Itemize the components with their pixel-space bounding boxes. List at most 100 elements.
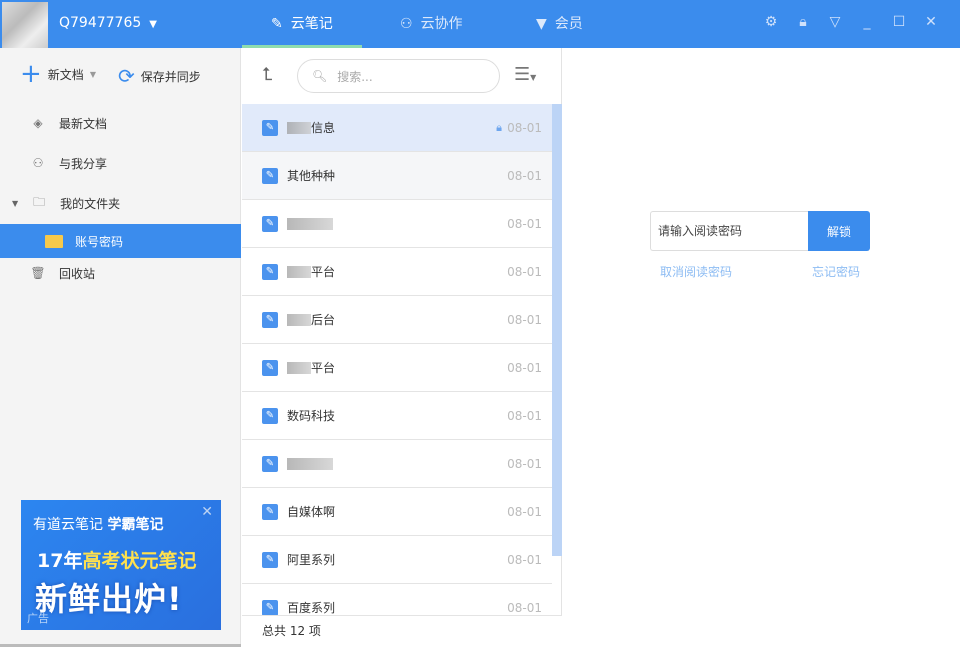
note-icon: ✎ <box>262 455 278 472</box>
note-title: 后台 <box>287 311 335 328</box>
back-up-icon[interactable]: ⮤ <box>262 64 273 85</box>
layers-icon: ◈ <box>33 116 43 130</box>
sidebar-item-label: 回收站 <box>59 266 96 281</box>
note-title-text: 自媒体啊 <box>287 505 336 519</box>
note-date: 08-01 <box>507 600 542 615</box>
ad-slogan: 学霸笔记 <box>107 517 164 533</box>
note-row[interactable]: ✎ 阿里系列 08-01 <box>242 536 552 584</box>
note-title: 数码科技 <box>287 407 335 424</box>
sidebar: + 新文档 ▼ ⟳ 保存并同步 ◈ 最新文档 ⚇ 与我分享 ▼ 🗀︎ 我的文件夹 账号密码 🗑… <box>0 48 241 647</box>
unlock-button[interactable]: 解锁 <box>808 211 870 251</box>
close-icon[interactable]: ✕ <box>201 504 213 520</box>
note-row[interactable]: ✎ 平台 08-01 <box>242 248 552 296</box>
note-icon: ✎ <box>262 407 278 424</box>
sidebar-item-label: 账号密码 <box>75 234 124 249</box>
ad-line2: 17年 <box>37 550 83 572</box>
gear-icon[interactable]: ⚙ <box>762 14 780 34</box>
ad-banner[interactable]: 有道云笔记 学霸笔记 17年高考状元笔记 新鲜出炉! 广告 ✕ <box>21 500 221 630</box>
search-icon: 🔍︎ <box>312 69 328 83</box>
new-doc-button[interactable]: + 新文档 ▼ <box>20 59 96 89</box>
tab-label: 云笔记 <box>290 16 333 32</box>
note-title: 自媒体啊 <box>287 503 335 520</box>
note-row[interactable]: ✎ 自媒体啊 08-01 <box>242 488 552 536</box>
note-row[interactable]: ✎ 平台 08-01 <box>242 344 552 392</box>
ad-tag: 广告 <box>27 612 49 625</box>
lock-icon[interactable]: 🔒︎ <box>794 14 812 34</box>
users-icon: ⚇ <box>400 16 413 32</box>
note-date: 08-01 <box>507 216 542 231</box>
user-menu[interactable]: Q79477765 ▼ <box>59 15 157 31</box>
note-row[interactable]: ✎ 08-01 <box>242 200 552 248</box>
note-row[interactable]: ✎ 后台 08-01 <box>242 296 552 344</box>
note-row[interactable]: ✎ 其他种种 08-01 <box>242 152 552 200</box>
note-date: 08-01 <box>507 552 542 567</box>
tab-vip[interactable]: ▼ 会员 <box>536 0 583 48</box>
note-row[interactable]: ✎ 信息 🔒︎ 08-01 <box>242 104 552 152</box>
search-placeholder: 搜索... <box>337 69 373 84</box>
note-date: 08-01 <box>507 408 542 423</box>
tab-collaboration[interactable]: ⚇ 云协作 <box>400 0 463 48</box>
scrollbar[interactable] <box>552 104 562 556</box>
share-user-icon: ⚇ <box>32 156 44 170</box>
close-icon[interactable]: ✕ <box>922 14 940 34</box>
sidebar-item-account-passwords[interactable]: 账号密码 <box>0 224 241 258</box>
tab-cloud-notes[interactable]: ✎ 云笔记 <box>242 0 362 48</box>
note-title-text: 信息 <box>311 121 336 135</box>
search-input[interactable]: 🔍︎ 搜索... <box>297 59 500 93</box>
chevron-down-icon: ▼ <box>149 19 157 30</box>
note-icon: ✎ <box>262 167 278 184</box>
redacted <box>287 313 311 326</box>
sidebar-item-my-folders[interactable]: ▼ 🗀︎ 我的文件夹 <box>0 186 241 220</box>
note-title-text: 数码科技 <box>287 409 336 423</box>
ad-headline: 新鲜出炉! <box>35 580 183 618</box>
tab-label: 云协作 <box>420 16 463 32</box>
redacted <box>287 121 311 134</box>
note-title <box>287 457 333 470</box>
minimize-icon[interactable]: _ <box>858 14 876 34</box>
pen-icon: ✎ <box>271 16 283 32</box>
folder-icon <box>45 234 63 248</box>
note-title: 信息 <box>287 119 335 136</box>
ad-brand: 有道云笔记 <box>33 517 103 533</box>
note-date: 08-01 <box>507 168 542 183</box>
note-row[interactable]: ✎ 08-01 <box>242 440 552 488</box>
note-icon: ✎ <box>262 263 278 280</box>
note-icon: ✎ <box>262 503 278 520</box>
note-icon: ✎ <box>262 215 278 232</box>
caret-down-icon: ▼ <box>12 198 19 208</box>
sidebar-item-shared[interactable]: ⚇ 与我分享 <box>0 146 241 180</box>
password-input[interactable] <box>650 211 808 251</box>
dropdown-icon[interactable]: ▽ <box>826 14 844 34</box>
redacted <box>287 457 333 470</box>
note-title <box>287 217 333 230</box>
trash-icon: 🗑︎ <box>30 266 46 280</box>
note-title-text: 阿里系列 <box>287 553 336 567</box>
ad-highlight: 高考状元笔记 <box>82 550 197 572</box>
note-title-text: 后台 <box>311 313 336 327</box>
note-title: 其他种种 <box>287 167 335 184</box>
redacted <box>287 361 311 374</box>
note-title-text: 平台 <box>311 361 336 375</box>
save-sync-label: 保存并同步 <box>140 69 201 84</box>
plus-icon: + <box>20 59 42 89</box>
note-row[interactable]: ✎ 数码科技 08-01 <box>242 392 552 440</box>
note-title: 百度系列 <box>287 599 335 616</box>
save-sync-button[interactable]: ⟳ 保存并同步 <box>118 64 201 88</box>
maximize-icon[interactable]: ☐ <box>890 14 908 34</box>
note-icon: ✎ <box>262 311 278 328</box>
note-date: 08-01 <box>507 360 542 375</box>
avatar[interactable] <box>2 2 48 48</box>
note-title: 平台 <box>287 263 335 280</box>
forgot-password-link[interactable]: 忘记密码 <box>812 263 860 280</box>
item-count: 总共 12 项 <box>242 615 562 647</box>
redacted <box>287 217 333 230</box>
sidebar-item-trash[interactable]: 🗑︎ 回收站 <box>0 256 241 290</box>
title-bar: Q79477765 ▼ ✎ 云笔记 ⚇ 云协作 ▼ 会员 ⚙ 🔒︎ ▽ _ ☐ ✕ <box>0 0 960 48</box>
cancel-password-link[interactable]: 取消阅读密码 <box>660 263 732 280</box>
note-date: 08-01 <box>507 264 542 279</box>
note-icon: ✎ <box>262 551 278 568</box>
note-title: 平台 <box>287 359 335 376</box>
sidebar-item-recent[interactable]: ◈ 最新文档 <box>0 106 241 140</box>
sidebar-item-label: 我的文件夹 <box>60 196 121 211</box>
sort-menu-icon[interactable]: ☰▼ <box>514 64 536 85</box>
